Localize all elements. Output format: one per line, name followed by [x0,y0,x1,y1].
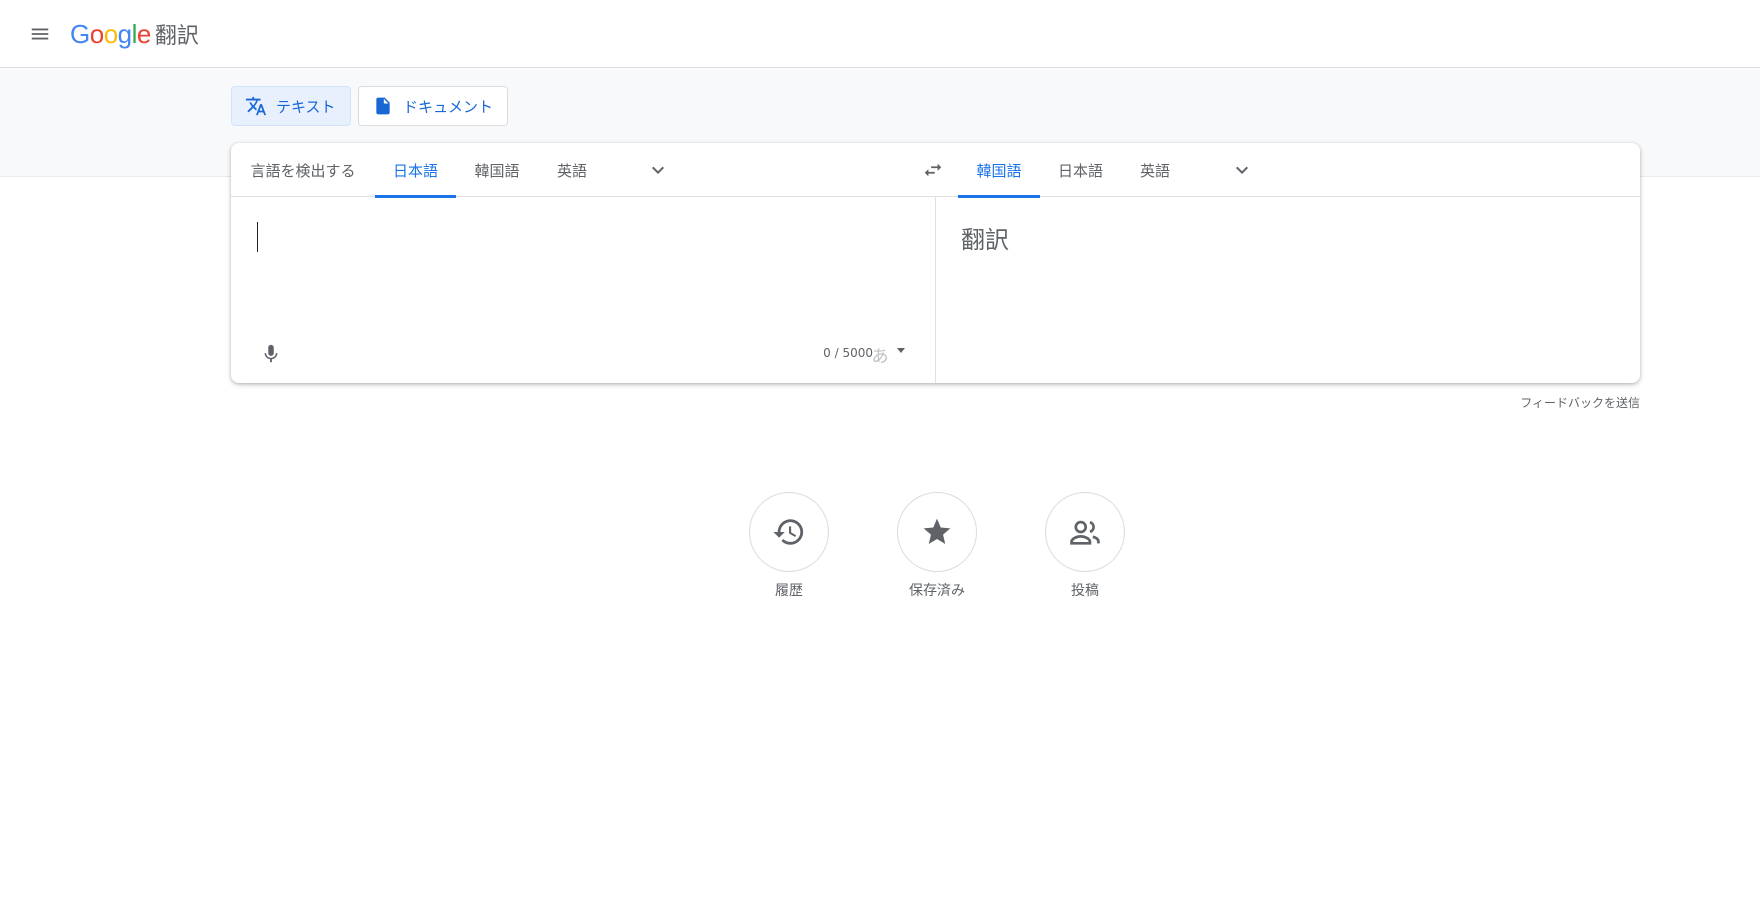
input-method-glyph: あ [871,346,889,367]
saved-circle[interactable] [897,492,977,572]
more-source-languages-button[interactable] [642,154,674,186]
source-text-input[interactable] [255,216,905,306]
language-bar: 言語を検出する 日本語 韓国語 英語 韓国語 日本語 英語 [231,143,1640,198]
google-wordmark: Google [70,19,151,49]
target-lang-tab-english[interactable]: 英語 [1121,143,1189,197]
contribute-circle[interactable] [1045,492,1125,572]
voice-input-button[interactable] [253,336,289,372]
input-method-button[interactable]: あ [863,336,913,372]
text-mode-button[interactable]: テキスト [231,86,351,126]
text-mode-label: テキスト [276,97,336,116]
swap-languages-icon [924,163,942,177]
saved-label: 保存済み [909,583,965,599]
translate-icon [244,94,268,118]
swap-languages-button[interactable] [917,154,949,186]
detect-language-tab[interactable]: 言語を検出する [247,143,359,197]
document-mode-label: ドキュメント [403,97,494,116]
chevron-down-icon [652,166,664,174]
document-mode-button[interactable]: ドキュメント [358,86,509,126]
product-name: 翻訳 [154,24,199,49]
main-menu-button[interactable] [22,18,58,50]
top-app-bar: Google 翻訳 [0,0,1760,68]
document-icon [371,94,395,118]
history-icon [773,519,804,545]
microphone-icon [264,344,278,363]
source-lang-tab-english[interactable]: 英語 [538,143,606,197]
character-count: 0 / 5000 [823,346,873,360]
send-feedback-link[interactable]: フィードバックを送信 [1400,394,1640,411]
target-panel: 翻訳 [936,198,1640,383]
more-target-languages-button[interactable] [1226,154,1258,186]
history-circle[interactable] [749,492,829,572]
translation-card: 言語を検出する 日本語 韓国語 英語 韓国語 日本語 英語 0 / 5000 あ… [231,143,1640,383]
people-icon [1070,520,1100,545]
hamburger-menu-icon [31,28,49,40]
source-panel: 0 / 5000 あ [231,198,935,383]
source-lang-tab-japanese[interactable]: 日本語 [375,143,456,198]
contribute-label: 投稿 [1071,583,1099,599]
contribute-button[interactable]: 投稿 [1025,492,1145,600]
translation-output-placeholder: 翻訳 [961,226,1009,254]
history-button[interactable]: 履歴 [729,492,849,600]
star-icon [923,518,951,544]
target-lang-tab-japanese[interactable]: 日本語 [1040,143,1121,197]
dropdown-arrow-icon [896,347,905,353]
history-label: 履歴 [775,583,803,599]
chevron-down-icon [1236,166,1248,174]
google-translate-logo[interactable]: Google 翻訳 [70,14,199,54]
target-lang-tab-korean[interactable]: 韓国語 [958,143,1040,198]
saved-button[interactable]: 保存済み [877,492,997,600]
source-lang-tab-korean[interactable]: 韓国語 [456,143,538,197]
